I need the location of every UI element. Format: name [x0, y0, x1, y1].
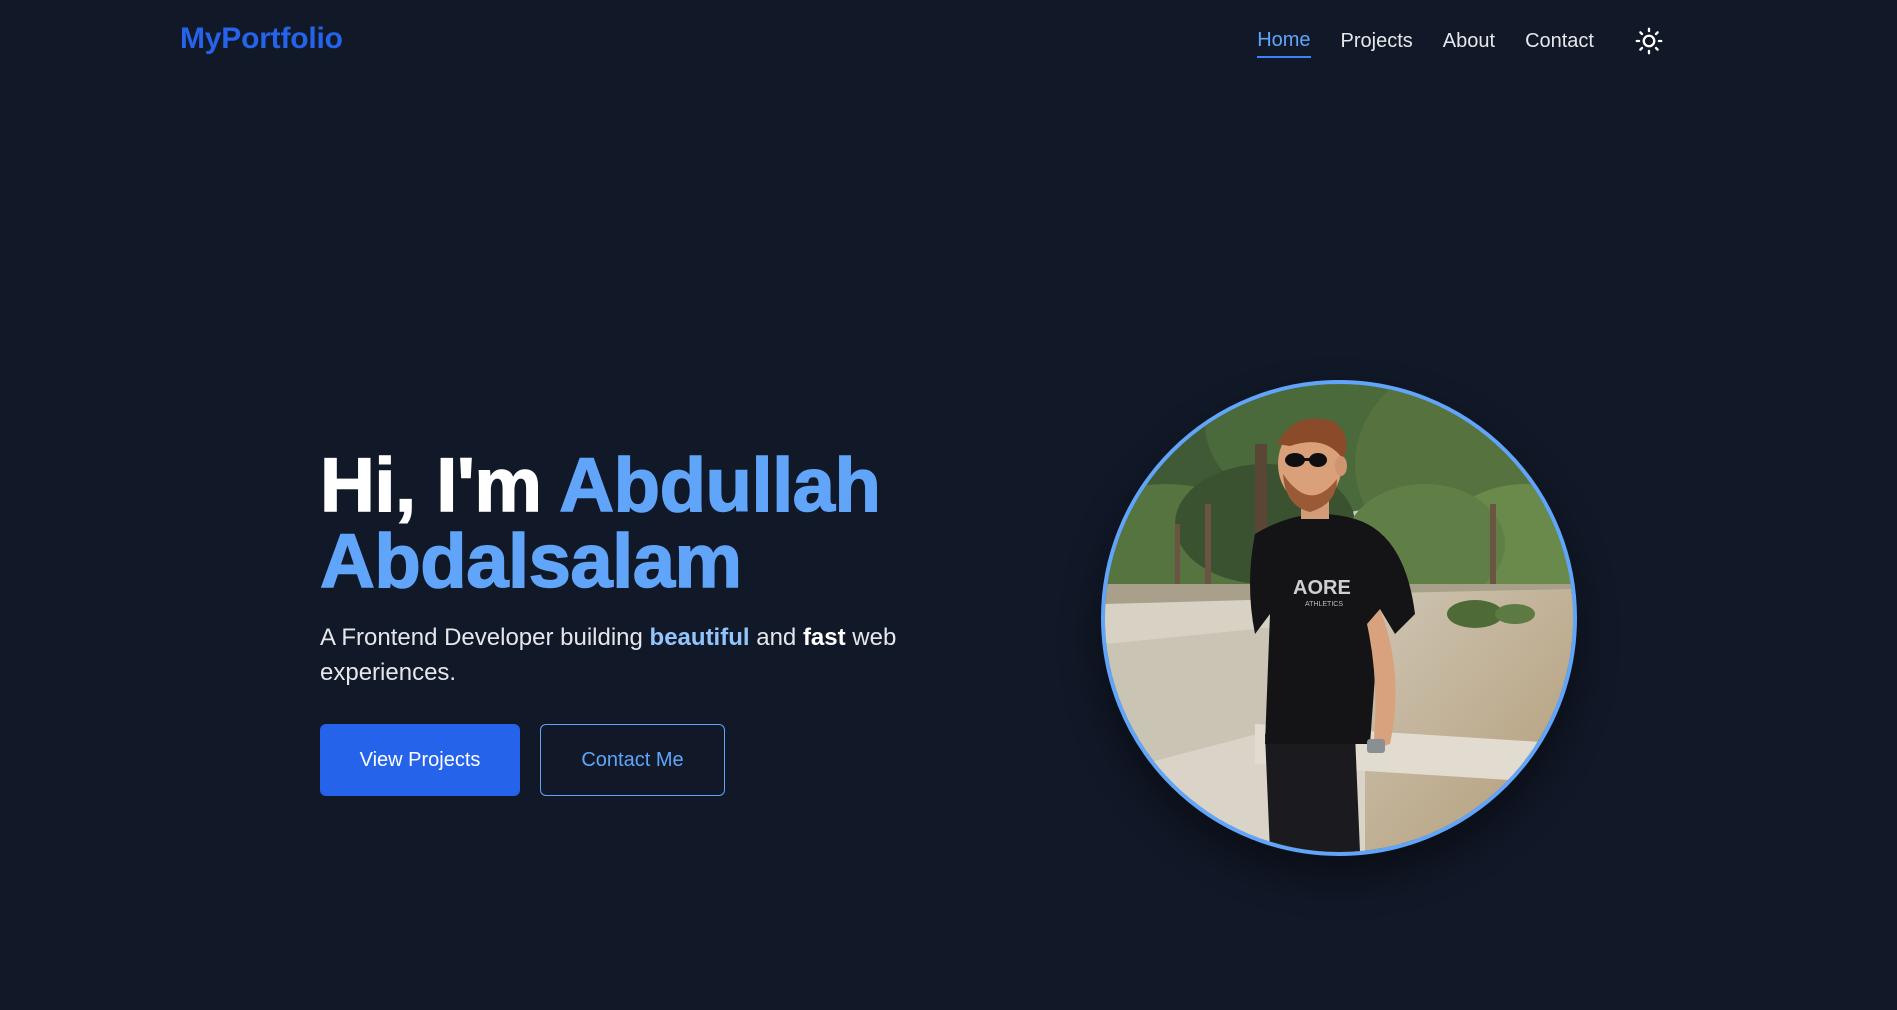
nav-link-about[interactable]: About [1443, 30, 1495, 57]
subtitle-text-1: A Frontend Developer building [320, 624, 643, 651]
svg-text:ATHLETICS: ATHLETICS [1305, 601, 1343, 608]
view-projects-button[interactable]: View Projects [320, 724, 520, 796]
subtitle-highlight-fast: fast [802, 624, 846, 651]
sun-icon [1635, 27, 1663, 55]
hero-subtitle: A Frontend Developer building beautiful … [320, 620, 960, 690]
theme-toggle-button[interactable] [1634, 26, 1664, 56]
profile-photo-image: AORE ATHLETICS [1105, 384, 1573, 852]
contact-me-button[interactable]: Contact Me [540, 724, 725, 796]
subtitle-highlight-beautiful: beautiful [649, 624, 750, 651]
hero-buttons: View Projects Contact Me [320, 724, 1020, 796]
nav-link-contact[interactable]: Contact [1525, 30, 1594, 57]
nav-links: Home Projects About Contact [1257, 26, 1664, 58]
page: MyPortfolio Home Projects About Contact [0, 0, 1897, 1010]
subtitle-text-2: and [756, 624, 797, 651]
site-logo[interactable]: MyPortfolio [180, 22, 343, 56]
navbar: MyPortfolio Home Projects About Contact [0, 0, 1897, 80]
svg-text:AORE: AORE [1293, 577, 1351, 599]
hero-title: Hi, I'm Abdullah Abdalsalam [319, 447, 1020, 601]
nav-link-projects[interactable]: Projects [1341, 30, 1413, 57]
hero-section: Hi, I'm Abdullah Abdalsalam A Frontend D… [319, 447, 1020, 796]
nav-link-home[interactable]: Home [1257, 29, 1311, 58]
profile-photo: AORE ATHLETICS [1101, 380, 1577, 856]
hero-greeting: Hi, I'm [319, 443, 542, 528]
